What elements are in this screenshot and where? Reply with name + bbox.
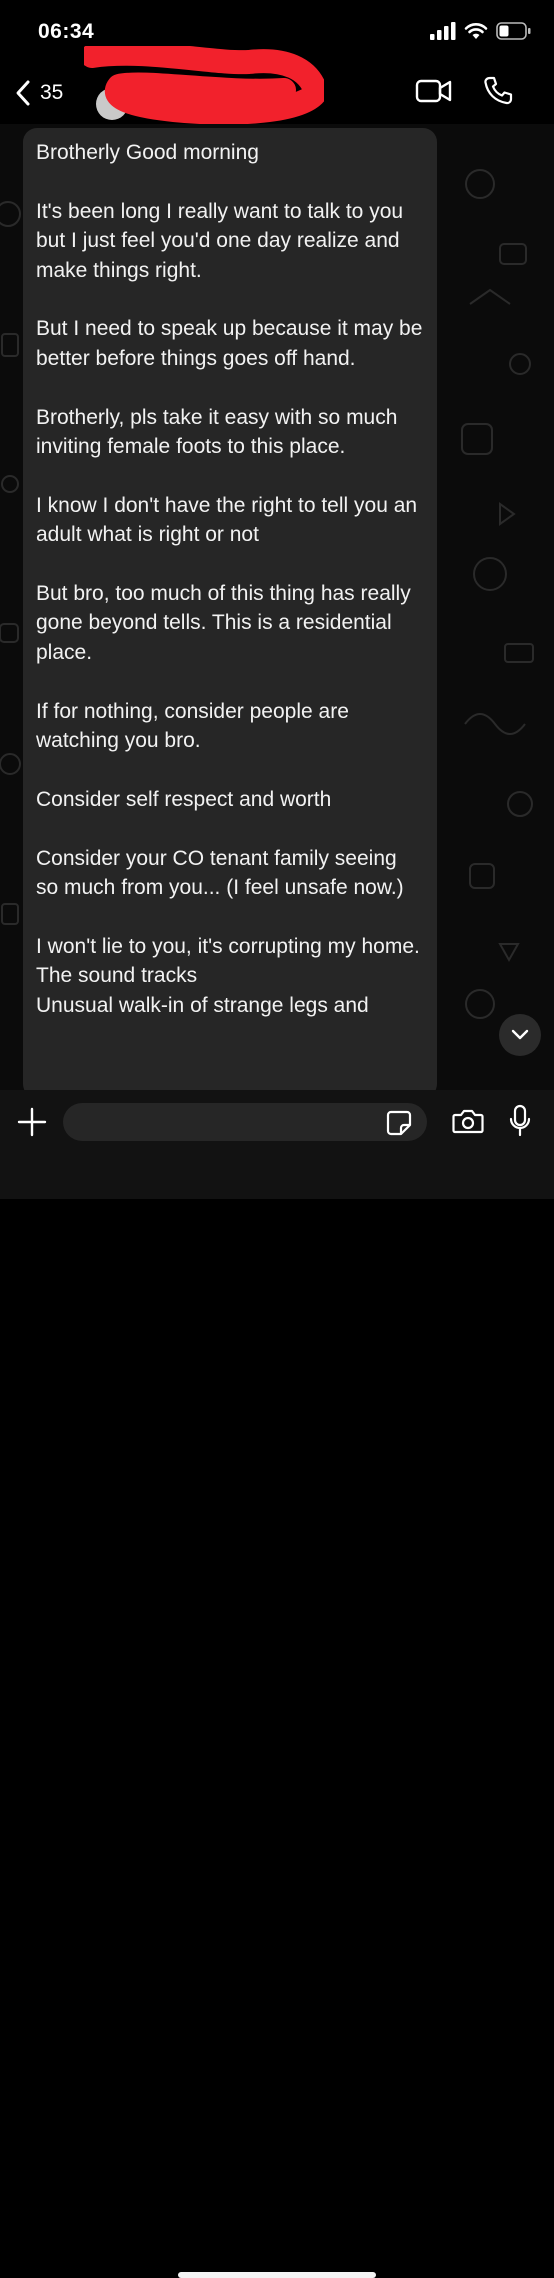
message-paragraph: Consider your CO tenant family seeing so… [36,846,404,900]
message-paragraph: But I need to speak up because it may be… [36,317,429,370]
phone-icon [484,76,513,105]
message-paragraph: If for nothing, consider people are watc… [36,699,355,753]
home-indicator [178,2272,376,2278]
wifi-icon [464,23,488,39]
back-button[interactable]: 35 [14,78,63,108]
chevron-down-icon [511,1029,529,1040]
message-paragraph: It's been long I really want to talk to … [36,199,409,282]
composer-bar [0,1090,554,2278]
voice-call-button[interactable] [483,76,513,111]
sticker-icon [386,1110,412,1136]
sticker-button[interactable] [386,1110,412,1141]
scroll-to-bottom-button[interactable] [499,1014,541,1056]
camera-button[interactable] [452,1108,484,1139]
video-call-button[interactable] [415,78,453,109]
camera-icon [452,1109,484,1134]
message-paragraph: Consider self respect and worth [36,787,332,811]
status-icons [430,22,532,40]
message-paragraph: I won't lie to you, it's corrupting my h… [36,934,420,1017]
unread-count: 35 [40,81,64,104]
signal-icon [430,22,456,40]
message-paragraph: But bro, too much of this thing has real… [36,582,417,664]
attach-button[interactable] [16,1106,48,1143]
battery-icon [496,22,531,40]
message-paragraph: I know I don't have the right to tell yo… [36,493,423,547]
plus-icon [17,1107,47,1137]
redaction-scribble [84,46,324,124]
message-paragraph: Brotherly Good morning [36,141,259,164]
message-paragraph: Brotherly, pls take it easy with so much… [36,405,404,459]
status-time: 06:34 [38,20,95,43]
voice-message-button[interactable] [509,1104,531,1143]
message-bubble[interactable]: Brotherly Good morning It's been long I … [23,128,437,1090]
video-icon [415,79,452,103]
microphone-icon [509,1104,531,1137]
chevron-left-icon [16,80,30,106]
message-input[interactable] [63,1103,427,1141]
chat-area[interactable]: Brotherly Good morning It's been long I … [0,124,554,1090]
